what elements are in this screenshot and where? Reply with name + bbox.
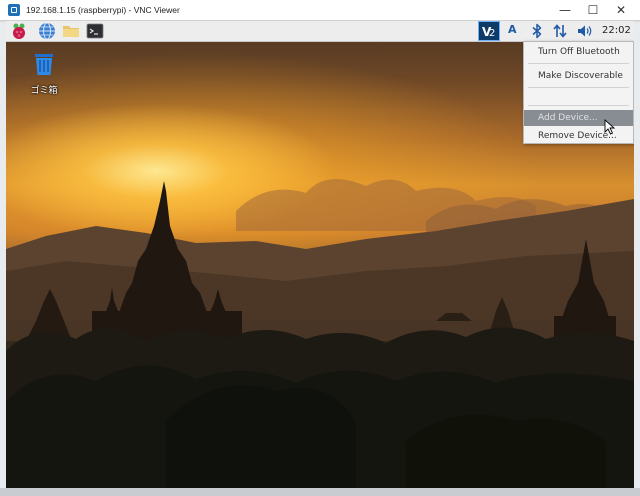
file-manager-icon[interactable] [62, 22, 80, 40]
menu-item-add-device[interactable]: Add Device... [524, 110, 633, 126]
host-taskbar-edge [0, 488, 640, 496]
window-titlebar[interactable]: 192.168.1.15 (raspberrypi) - VNC Viewer … [0, 0, 640, 21]
volume-icon[interactable] [576, 23, 594, 39]
raspberry-menu-icon[interactable] [10, 22, 28, 40]
menu-separator [528, 87, 629, 88]
vnc-server-tray-icon[interactable]: V 2 [478, 21, 500, 41]
trash-bin-icon [35, 54, 53, 75]
window-title: 192.168.1.15 (raspberrypi) - VNC Viewer [26, 5, 180, 15]
menu-separator [528, 105, 629, 106]
bluetooth-menu: Turn Off Bluetooth Make Discoverable Add… [523, 41, 634, 144]
menu-item-turn-off-bluetooth[interactable]: Turn Off Bluetooth [524, 44, 633, 60]
web-browser-icon[interactable] [38, 22, 56, 40]
mouse-cursor-icon [604, 119, 616, 135]
keyboard-layout-indicator[interactable]: A [508, 23, 517, 36]
panel-clock[interactable]: 22:02 [602, 25, 631, 36]
trash-label: ゴミ箱 [30, 86, 58, 96]
svg-text:2: 2 [489, 28, 495, 39]
top-panel: V 2 A 22:02 [6, 21, 634, 42]
terminal-icon[interactable] [86, 22, 104, 40]
close-button[interactable]: ✕ [606, 0, 636, 20]
minimize-button[interactable]: — [550, 0, 580, 20]
desktop-trash-shortcut[interactable]: ゴミ箱 [24, 51, 64, 96]
menu-separator [528, 63, 629, 64]
remote-desktop[interactable]: V 2 A 22:02 ゴミ箱 Turn Off Bluetooth Make … [6, 21, 634, 488]
network-transfer-icon[interactable] [552, 23, 568, 39]
menu-item-remove-device[interactable]: Remove Device... [524, 128, 633, 144]
maximize-button[interactable]: ☐ [578, 0, 608, 20]
bluetooth-icon[interactable] [530, 23, 544, 39]
vnc-viewer-app-icon [8, 4, 20, 16]
menu-item-make-discoverable[interactable]: Make Discoverable [524, 68, 633, 84]
host-desktop-edge-right [634, 22, 640, 496]
